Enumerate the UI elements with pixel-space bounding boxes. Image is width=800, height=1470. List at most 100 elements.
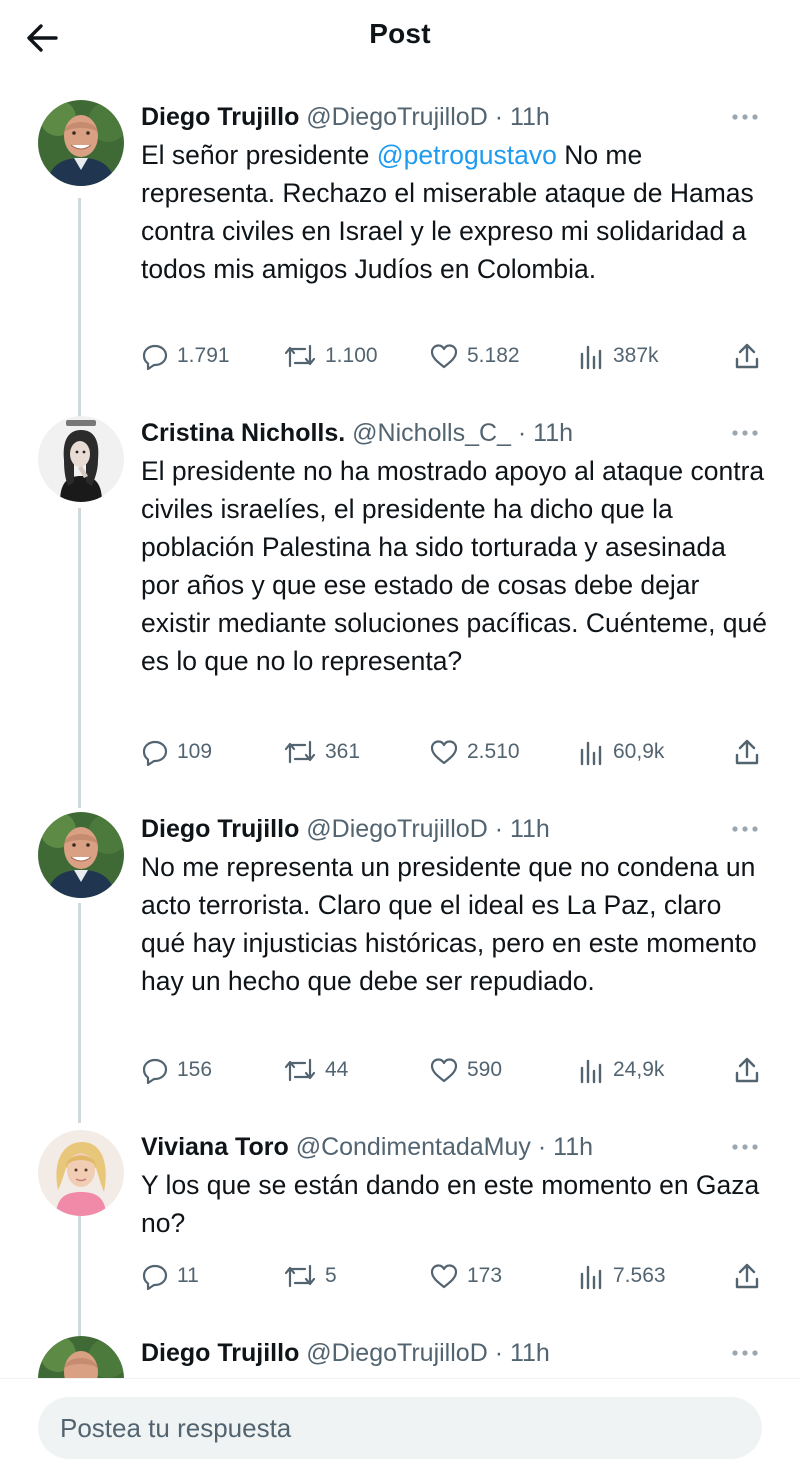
reply-button[interactable]: 156 [141,1050,212,1090]
share-button[interactable] [733,1050,761,1090]
conversation-thread: Diego Trujillo @DiegoTrujilloD · 11h El … [0,76,800,1378]
author-name[interactable]: Diego Trujillo [141,815,299,843]
reply-count: 156 [177,1058,213,1081]
reply-count: 109 [177,740,213,763]
timestamp[interactable]: 11h [510,1339,550,1367]
timestamp[interactable]: 11h [533,419,573,447]
meta-separator: · [537,1133,547,1161]
top-bar: Post [0,0,800,76]
like-count: 173 [467,1264,503,1287]
views-chart-icon [580,345,602,370]
tweet-text-segment: El señor presidente [141,140,377,170]
reply-icon [142,1058,168,1084]
author-handle[interactable]: @DiegoTrujilloD [306,103,487,131]
views-button[interactable]: 7.563 [577,1256,666,1296]
reply-composer-bar [0,1378,800,1470]
author-handle[interactable]: @DiegoTrujilloD [306,1339,487,1367]
heart-icon [430,740,458,765]
share-button[interactable] [733,732,761,772]
like-button[interactable]: 173 [429,1256,502,1296]
author-name[interactable]: Cristina Nicholls. [141,419,345,447]
author-name[interactable]: Diego Trujillo [141,103,299,131]
like-count: 2.510 [467,740,520,763]
avatar[interactable] [38,1336,124,1378]
tweet[interactable]: Cristina Nicholls. @Nicholls_C_ · 11h El… [0,414,800,794]
like-button[interactable]: 2.510 [429,732,520,772]
reply-icon [142,344,168,370]
reply-button[interactable]: 1.791 [141,336,230,376]
timestamp[interactable]: 11h [553,1133,593,1161]
tweet-header: Viviana Toro @CondimentadaMuy · 11h [141,1128,770,1166]
views-button[interactable]: 60,9k [577,732,664,772]
repost-count: 1.100 [325,344,378,367]
timestamp[interactable]: 11h [510,815,550,843]
tweet-text: El señor presidente @petrogustavo No me … [141,136,770,288]
meta-separator: · [517,419,527,447]
tweet-header: Diego Trujillo @DiegoTrujilloD · 11h [141,1334,770,1372]
more-horizontal-icon [732,430,758,436]
author-name[interactable]: Viviana Toro [141,1133,289,1161]
views-button[interactable]: 24,9k [577,1050,664,1090]
meta-separator: · [494,1339,504,1367]
share-icon [735,1057,759,1083]
repost-count: 5 [325,1264,337,1287]
tweet-actions: 109 361 2.510 60,9k [141,732,766,772]
tweet-header: Diego Trujillo @DiegoTrujilloD · 11h [141,810,770,848]
tweet-actions: 156 44 590 24,9k [141,1050,766,1090]
reply-button[interactable]: 109 [141,732,212,772]
more-options-button[interactable] [730,102,760,132]
repost-button[interactable]: 1.100 [283,336,378,376]
heart-icon [430,344,458,369]
reply-icon [142,1264,168,1290]
heart-icon [430,1264,458,1289]
more-horizontal-icon [732,826,758,832]
mention-link[interactable]: @petrogustavo [377,140,557,170]
repost-button[interactable]: 44 [283,1050,348,1090]
tweet-text: El presidente no ha mostrado apoyo al at… [141,456,768,676]
reply-input[interactable] [38,1397,762,1459]
views-button[interactable]: 387k [577,336,659,376]
author-handle[interactable]: @CondimentadaMuy [296,1133,531,1161]
more-options-button[interactable] [730,1132,760,1162]
tweet[interactable]: Diego Trujillo @DiegoTrujilloD · 11h No … [0,810,800,1110]
timestamp[interactable]: 11h [510,103,550,131]
tweet-actions: 11 5 173 7.563 [141,1256,766,1296]
post-page: Post Diego Trujillo @DiegoTrujilloD · 11… [0,0,800,1470]
repost-button[interactable]: 361 [283,732,360,772]
share-button[interactable] [733,1256,761,1296]
tweet[interactable]: Viviana Toro @CondimentadaMuy · 11h Y lo… [0,1128,800,1308]
author-handle[interactable]: @Nicholls_C_ [352,419,511,447]
avatar[interactable] [38,1130,124,1216]
author-handle[interactable]: @DiegoTrujilloD [306,815,487,843]
tweet-actions: 1.791 1.100 5.182 387k [141,336,766,376]
more-horizontal-icon [732,1350,758,1356]
reply-count: 1.791 [177,344,230,367]
repost-count: 361 [325,740,361,763]
tweet[interactable]: Diego Trujillo @DiegoTrujilloD · 11h [0,1334,800,1378]
avatar[interactable] [38,100,124,186]
tweet-text: Y los que se están dando en este momento… [141,1170,760,1238]
more-options-button[interactable] [730,814,760,844]
avatar[interactable] [38,416,124,502]
views-chart-icon [580,1265,602,1290]
view-count: 7.563 [613,1264,666,1287]
author-name[interactable]: Diego Trujillo [141,1339,299,1367]
repost-icon [284,344,316,368]
view-count: 60,9k [613,740,665,763]
share-button[interactable] [733,336,761,376]
more-horizontal-icon [732,114,758,120]
views-chart-icon [580,1059,602,1084]
like-button[interactable]: 5.182 [429,336,520,376]
reply-icon [142,740,168,766]
more-options-button[interactable] [730,418,760,448]
like-button[interactable]: 590 [429,1050,502,1090]
like-count: 590 [467,1058,503,1081]
tweet[interactable]: Diego Trujillo @DiegoTrujilloD · 11h El … [0,98,800,398]
reply-button[interactable]: 11 [141,1256,199,1296]
more-options-button[interactable] [730,1338,760,1368]
avatar[interactable] [38,812,124,898]
views-chart-icon [580,741,602,766]
repost-button[interactable]: 5 [283,1256,337,1296]
heart-icon [430,1058,458,1083]
tweet-header: Cristina Nicholls. @Nicholls_C_ · 11h [141,414,770,452]
